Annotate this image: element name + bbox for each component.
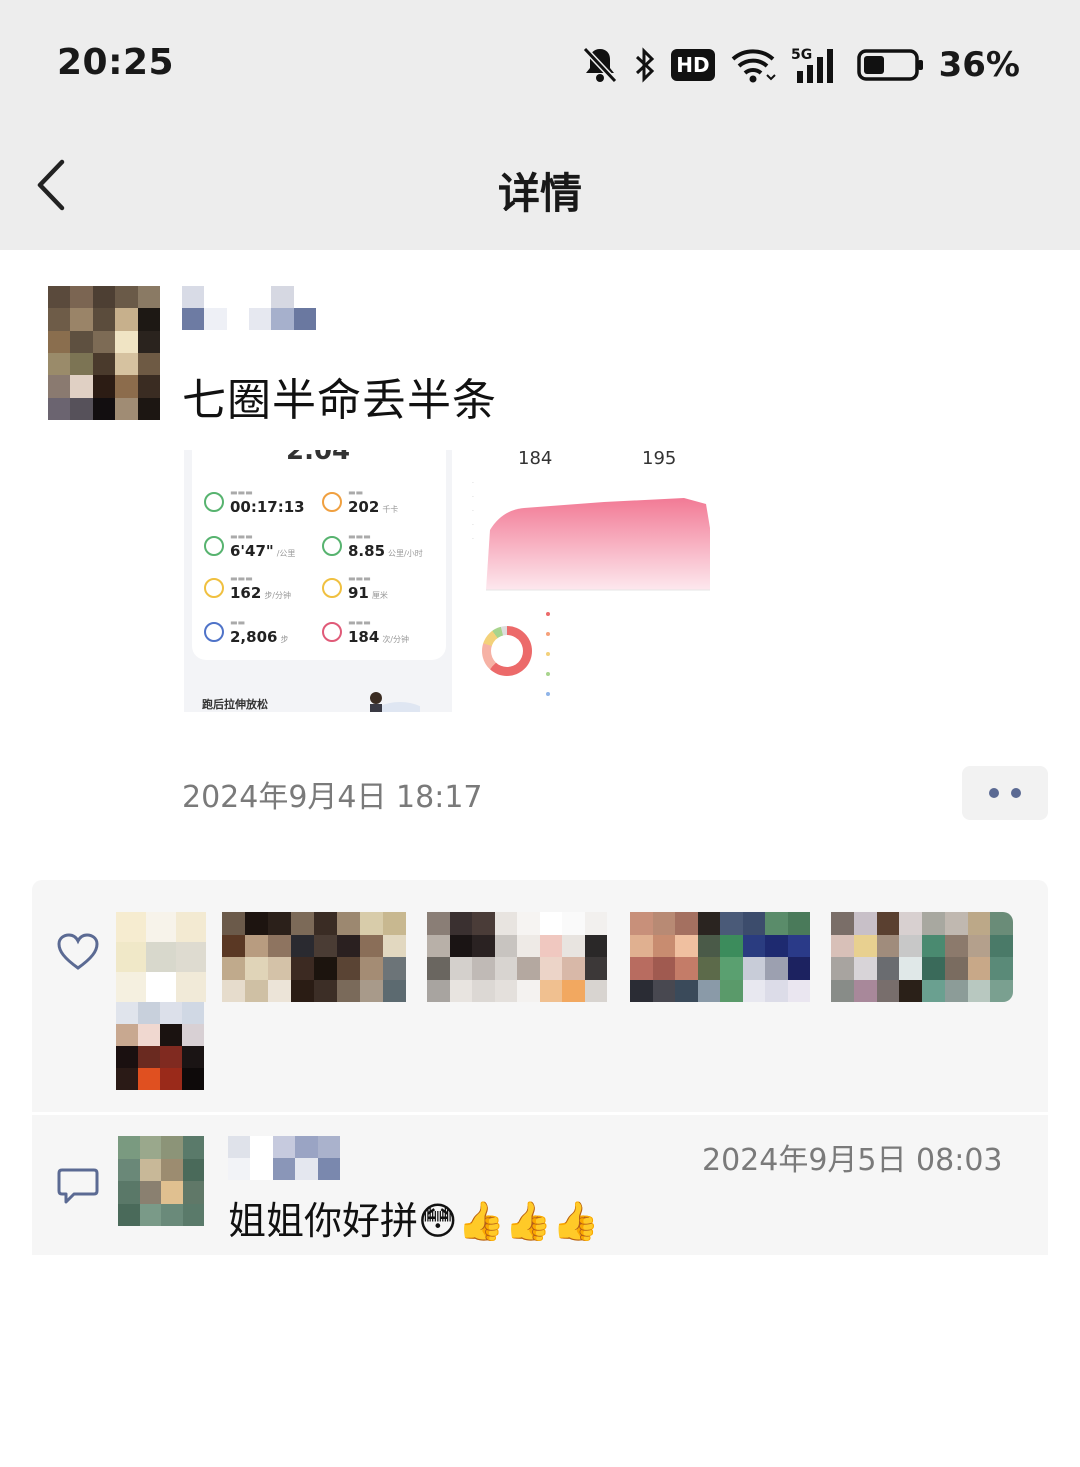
hr-area-chart <box>486 498 710 591</box>
top-bar: 20:25 HD 5G 36% 详情 <box>0 0 1080 250</box>
metric: ▬▬▬ 91 厘米 <box>322 574 440 614</box>
comment-bubble-icon <box>57 1168 99 1204</box>
runner-figure-icon <box>370 692 420 712</box>
wifi-icon <box>731 49 776 83</box>
cellular-5g-icon: 5G <box>791 47 833 83</box>
post-image-heart-rate[interactable]: 184 195 · · · · · <box>460 450 726 712</box>
signal-label: 5G <box>791 47 812 63</box>
hr-zone-donut <box>482 626 532 676</box>
battery-icon <box>856 49 923 81</box>
liker-avatar[interactable] <box>116 1002 204 1090</box>
metric-value: 91 <box>348 584 369 602</box>
metric-value: 202 <box>348 498 380 516</box>
liker-avatar[interactable] <box>630 912 810 1002</box>
metric-value: 6'47" <box>230 542 274 560</box>
metric-value: 00:17:13 <box>230 498 305 516</box>
heart-outline-icon <box>57 933 99 970</box>
metric: ▬▬▬ 184 次/分钟 <box>322 618 440 658</box>
bell-muted-icon <box>583 46 618 84</box>
commenter-name[interactable] <box>228 1136 340 1180</box>
hr-value-avg: 184 <box>518 450 553 469</box>
liker-avatar[interactable] <box>222 912 406 1002</box>
distance-value: 2.04 <box>286 450 351 466</box>
post-image-running-stats[interactable]: 2.04 ▬▬▬ 00:17:13 ▬▬ 202 千卡 ▬▬▬ 6'47"/公里 … <box>184 450 452 712</box>
comment-date: 2024年9月5日 08:03 <box>702 1143 1003 1178</box>
author-name[interactable] <box>182 286 316 330</box>
metric-value: 184 <box>348 628 380 646</box>
status-icons: HD 5G 36% <box>581 40 1020 90</box>
liker-avatar[interactable] <box>427 912 607 1002</box>
metric-value: 8.85 <box>348 542 386 560</box>
post-text: 七圈半命丢半条 <box>182 375 497 426</box>
metric: ▬▬▬ 00:17:13 <box>204 488 322 528</box>
bluetooth-icon <box>636 47 655 83</box>
image-caption: 跑后拉伸放松 <box>202 698 268 711</box>
metric: ▬▬▬ 162 步/分钟 <box>204 574 322 614</box>
metric: ▬▬ 202 千卡 <box>322 488 440 528</box>
post-date: 2024年9月4日 18:17 <box>182 780 483 815</box>
hd-icon: HD <box>671 49 715 81</box>
liker-avatar[interactable] <box>831 912 1013 1002</box>
more-dots-icon[interactable] <box>962 766 1048 820</box>
comment-text: 姐姐你好拼😳👍👍👍 <box>228 1199 600 1243</box>
commenter-avatar[interactable] <box>118 1136 204 1226</box>
status-time: 20:25 <box>57 42 175 83</box>
metric-value: 2,806 <box>230 628 278 646</box>
author-avatar[interactable] <box>48 286 160 420</box>
metric-value: 162 <box>230 584 262 602</box>
battery-percent: 36% <box>938 45 1020 85</box>
metric: ▬▬ 2,806 步 <box>204 618 322 658</box>
liker-avatar[interactable] <box>116 912 206 1002</box>
hr-value-max: 195 <box>642 450 677 469</box>
metric: ▬▬▬ 8.85 公里/小时 <box>322 532 440 572</box>
page-title: 详情 <box>497 169 582 218</box>
stats-card: 2.04 ▬▬▬ 00:17:13 ▬▬ 202 千卡 ▬▬▬ 6'47"/公里 … <box>192 450 446 660</box>
metric: ▬▬▬ 6'47"/公里 <box>204 532 322 572</box>
